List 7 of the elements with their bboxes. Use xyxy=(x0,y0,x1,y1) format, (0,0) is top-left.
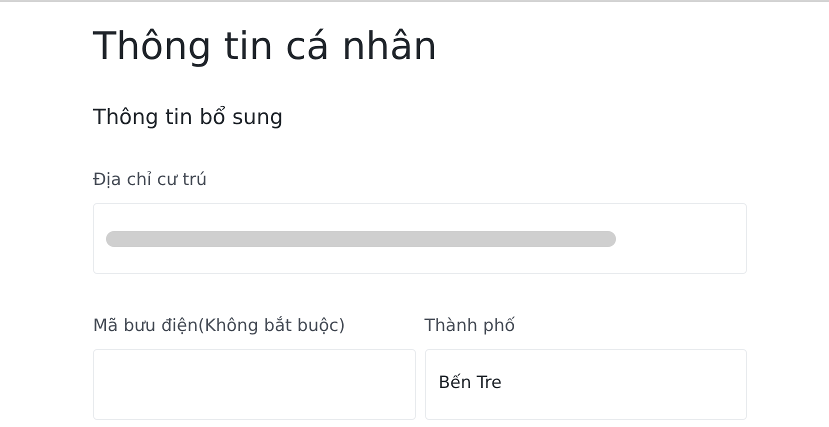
field-label: Địa chỉ cư trú xyxy=(93,168,208,192)
field-label: Mã bưu điện(Không bắt buộc) xyxy=(93,315,346,338)
input-field[interactable] xyxy=(93,203,747,274)
field-label: Thành phố xyxy=(424,315,516,338)
input-field[interactable]: Bến Tre xyxy=(424,348,747,420)
page-title: Thông tin cá nhân xyxy=(93,23,438,70)
section-title: Thông tin bổ sung xyxy=(93,104,284,131)
